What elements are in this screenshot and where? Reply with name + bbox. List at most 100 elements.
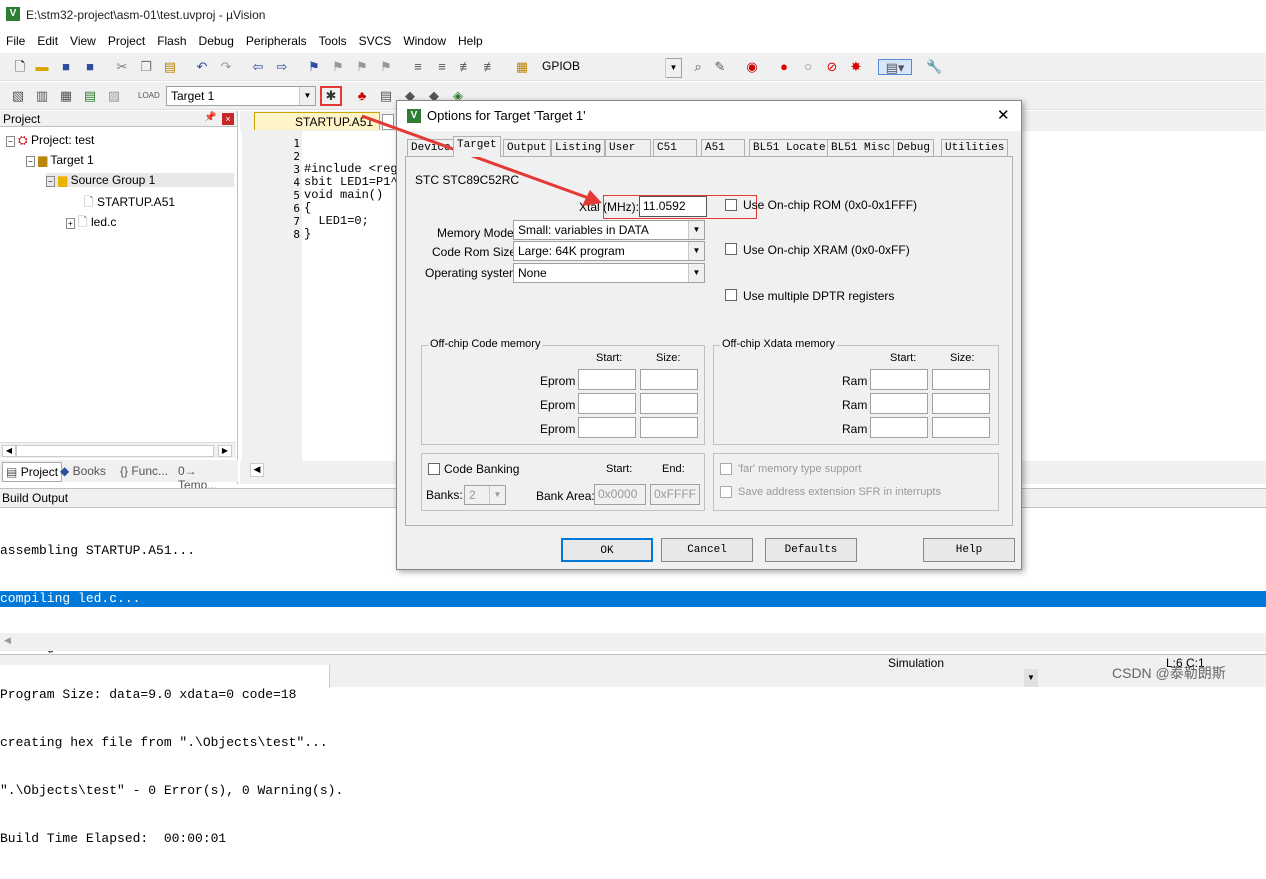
configure-icon[interactable]: 🔧	[926, 59, 942, 75]
menu-flash[interactable]: Flash	[151, 30, 192, 48]
tab-debug[interactable]: Debug	[893, 139, 935, 157]
select-packs-icon[interactable]: ▤	[378, 88, 394, 104]
code-rom-select[interactable]: Large: 64K program ▼	[513, 241, 705, 261]
options-for-target-icon[interactable]: ✱	[320, 86, 342, 106]
batch-build-icon[interactable]: ▤	[82, 88, 98, 104]
menu-window[interactable]: Window	[397, 30, 452, 48]
tab-bl51-locate[interactable]: BL51 Locate	[749, 139, 830, 157]
eprom-start-input-3[interactable]	[578, 417, 636, 438]
ram-start-input-1[interactable]	[870, 369, 928, 390]
code-banking-checkbox[interactable]	[428, 463, 440, 475]
tab-utilities[interactable]: Utilities	[941, 139, 1009, 157]
indent-icon[interactable]: ≡	[410, 59, 426, 75]
defaults-button[interactable]: Defaults	[765, 538, 857, 562]
find-in-files-icon[interactable]: ▦	[514, 59, 530, 75]
editor-scroll-left-icon[interactable]: ◀	[250, 463, 264, 477]
undo-icon[interactable]: ↶	[194, 59, 210, 75]
dialog-close-icon[interactable]: ✕	[997, 106, 1010, 124]
editor-tab-led[interactable]	[382, 114, 394, 130]
tab-c51[interactable]: C51	[653, 139, 697, 157]
tab-a51[interactable]: A51	[701, 139, 745, 157]
menu-help[interactable]: Help	[452, 30, 489, 48]
editor-tab-startup[interactable]: STARTUP.A51	[254, 112, 380, 130]
tab-bl51-misc[interactable]: BL51 Misc	[827, 139, 895, 157]
banks-select[interactable]: 2 ▼	[464, 485, 506, 505]
find-combo[interactable]: GPIOB	[538, 57, 682, 77]
help-button[interactable]: Help	[923, 538, 1015, 562]
copy-icon[interactable]: ❐	[138, 59, 154, 75]
tab-device[interactable]: Device	[407, 139, 455, 157]
ram-size-input-2[interactable]	[932, 393, 990, 414]
comment-icon[interactable]: ≢	[458, 59, 474, 75]
eprom-size-input-2[interactable]	[640, 393, 698, 414]
rom-checkbox[interactable]	[725, 199, 737, 211]
nav-forward-icon[interactable]: ⇨	[274, 59, 290, 75]
download-icon[interactable]: LOAD	[138, 88, 160, 104]
manage-components-icon[interactable]: ♣	[354, 88, 370, 104]
code-text[interactable]: #include <reg sbit LED1=P1^ void main(){ L…	[304, 137, 398, 267]
os-select[interactable]: None ▼	[513, 263, 705, 283]
nav-back-icon[interactable]: ⇦	[250, 59, 266, 75]
breakpoint-icon[interactable]: ●	[776, 59, 792, 75]
eprom-size-input-1[interactable]	[640, 369, 698, 390]
rebuild-icon[interactable]: ▦	[58, 88, 74, 104]
eprom-start-input-1[interactable]	[578, 369, 636, 390]
stop-build-icon[interactable]: ▨	[106, 88, 122, 104]
xram-checkbox[interactable]	[725, 243, 737, 255]
far-memory-checkbox[interactable]	[720, 463, 732, 475]
bookmark-prev-icon[interactable]: ⚑	[330, 59, 346, 75]
dptr-checkbox[interactable]	[725, 289, 737, 301]
memory-model-select[interactable]: Small: variables in DATA ▼	[513, 220, 705, 240]
breakpoints-disable-all-icon[interactable]: ⊘	[824, 59, 840, 75]
tab-listing[interactable]: Listing	[551, 139, 606, 157]
pin-icon[interactable]: 📌	[204, 112, 216, 123]
scroll-right-icon[interactable]: ▶	[218, 445, 232, 457]
menu-file[interactable]: File	[0, 30, 31, 48]
close-icon[interactable]: ×	[222, 113, 234, 125]
menu-debug[interactable]: Debug	[193, 30, 240, 48]
eprom-start-input-2[interactable]	[578, 393, 636, 414]
menu-project[interactable]: Project	[102, 30, 151, 48]
bookmark-icon[interactable]: ⚑	[306, 59, 322, 75]
ram-start-input-2[interactable]	[870, 393, 928, 414]
bookmark-clear-icon[interactable]: ⚑	[378, 59, 394, 75]
paste-icon[interactable]: ▤	[162, 59, 178, 75]
bank-area-start-input[interactable]: 0x0000	[594, 484, 646, 505]
target-select[interactable]: Target 1 ▼	[166, 86, 316, 106]
window-layout-icon[interactable]: ▤▾	[878, 59, 912, 75]
uncomment-icon[interactable]: ≢	[482, 59, 498, 75]
ram-size-input-1[interactable]	[932, 369, 990, 390]
save-all-icon[interactable]: ■	[82, 59, 98, 75]
menu-edit[interactable]: Edit	[31, 30, 64, 48]
build-output-hscrollbar[interactable]: ◀	[0, 633, 1266, 651]
cut-icon[interactable]: ✂	[114, 59, 130, 75]
project-hscrollbar[interactable]: ◀ ▶	[0, 442, 236, 458]
tree-source-group[interactable]: − ▆ Source Group 1	[46, 173, 234, 187]
tab-project[interactable]: ▤ Project	[2, 462, 63, 482]
incremental-find-icon[interactable]: ✎	[712, 59, 728, 75]
tab-functions[interactable]: {} Func...	[120, 464, 168, 478]
bank-area-end-input[interactable]: 0xFFFF	[650, 484, 700, 505]
tab-target[interactable]: Target	[453, 136, 501, 157]
scroll-left-icon[interactable]: ◀	[2, 445, 16, 457]
bookmark-next-icon[interactable]: ⚑	[354, 59, 370, 75]
xtal-input[interactable]: 11.0592	[639, 196, 707, 217]
breakpoints-kill-all-icon[interactable]: ✸	[848, 59, 864, 75]
translate-icon[interactable]: ▧	[10, 88, 26, 104]
save-icon[interactable]: ■	[58, 59, 74, 75]
menu-view[interactable]: View	[64, 30, 102, 48]
ram-start-input-3[interactable]	[870, 417, 928, 438]
scroll-thumb[interactable]	[16, 445, 214, 457]
find-combo-dropdown[interactable]: ▼	[665, 58, 682, 78]
tab-user[interactable]: User	[605, 139, 651, 157]
ok-button[interactable]: OK	[561, 538, 653, 562]
menu-peripherals[interactable]: Peripherals	[240, 30, 313, 48]
cancel-button[interactable]: Cancel	[661, 538, 753, 562]
tab-books[interactable]: ◆ Books	[60, 464, 106, 478]
sfr-checkbox[interactable]	[720, 486, 732, 498]
ram-size-input-3[interactable]	[932, 417, 990, 438]
tree-file-led[interactable]: + 🗋 led.c	[66, 213, 116, 234]
scroll-left-icon[interactable]: ◀	[4, 635, 11, 646]
open-folder-icon[interactable]: ▬	[34, 59, 50, 75]
breakpoint-disable-icon[interactable]: ○	[800, 59, 816, 75]
